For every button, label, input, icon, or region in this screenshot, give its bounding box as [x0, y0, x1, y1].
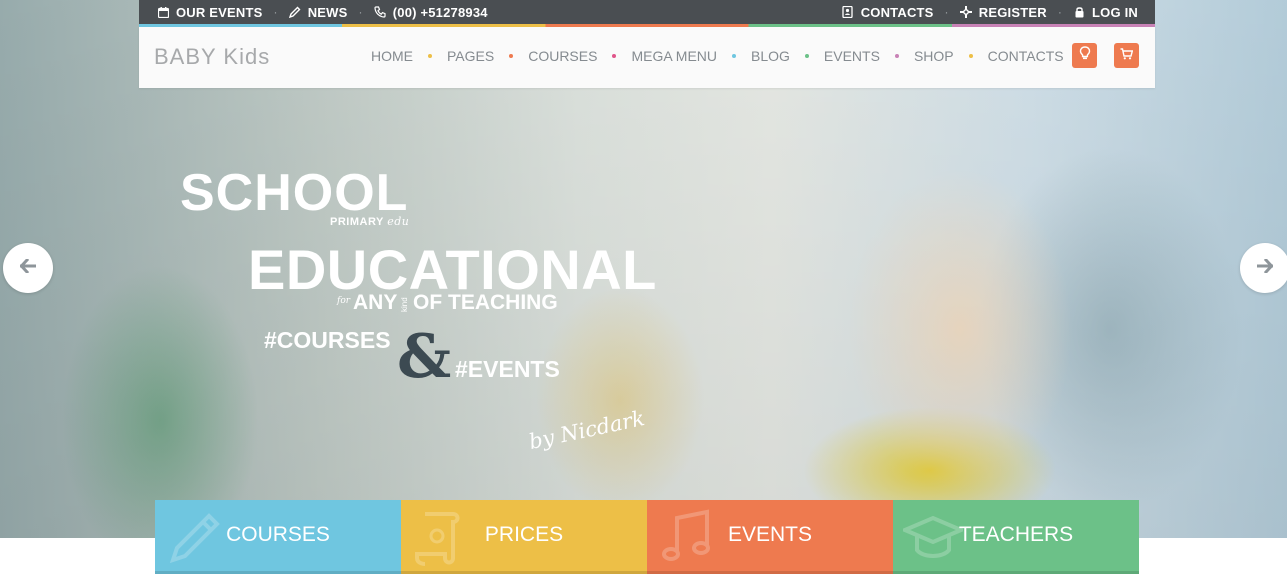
separator-dot: ·: [944, 5, 949, 19]
nav-item-pages[interactable]: PAGES: [447, 48, 494, 64]
topbar-contacts-link[interactable]: CONTACTS: [842, 5, 934, 20]
tile-prices[interactable]: PRICES: [401, 500, 647, 574]
separator-dot: ·: [273, 5, 278, 19]
menu-dot: [732, 54, 737, 58]
arrow-right-icon: [1256, 257, 1274, 278]
topbar-our-events-link[interactable]: OUR EVENTS: [157, 5, 263, 20]
hero-primary-word: PRIMARY: [330, 216, 384, 228]
tile-teachers-label: TEACHERS: [958, 523, 1074, 546]
menu-dot: [428, 54, 432, 58]
menu-dot: [894, 54, 899, 58]
tile-courses[interactable]: COURSES: [155, 500, 401, 574]
top-bar-right: CONTACTS · REGISTER · LOG IN: [842, 0, 1138, 24]
lightbulb-button[interactable]: [1072, 43, 1097, 68]
hero-for-word: for: [337, 296, 351, 306]
hero-title-school: SCHOOL: [180, 164, 409, 222]
topbar-news-label: NEWS: [307, 4, 348, 20]
separator-dot: ·: [358, 5, 363, 19]
hero-kind-word: kind: [400, 297, 409, 312]
tile-prices-label: PRICES: [484, 523, 564, 546]
nav-item-mega-menu[interactable]: MEGA MENU: [631, 48, 717, 64]
nav-item-blog[interactable]: BLOG: [751, 48, 790, 64]
topbar-phone-label: (00) +51278934: [392, 4, 488, 20]
nav-item-shop[interactable]: SHOP: [914, 48, 954, 64]
hero-subtitle-primary: PRIMARY edu: [330, 215, 409, 228]
topbar-login-link[interactable]: LOG IN: [1073, 5, 1138, 20]
topbar-register-link[interactable]: REGISTER: [959, 4, 1047, 20]
menu-dot: [968, 54, 973, 58]
topbar-phone-link[interactable]: (00) +51278934: [374, 5, 488, 20]
menu-dot: [612, 54, 617, 58]
top-bar: OUR EVENTS · NEWS · (00) +51278934 CONTA…: [139, 0, 1155, 24]
nav-item-contacts[interactable]: CONTACTS: [988, 48, 1064, 64]
slider-next-button[interactable]: [1240, 243, 1287, 293]
address-book-icon: [842, 6, 854, 18]
lightbulb-icon: [1079, 46, 1091, 65]
hero-events-tag: #EVENTS: [455, 356, 560, 382]
lock-icon: [1073, 6, 1085, 18]
topbar-news-link[interactable]: NEWS: [288, 4, 348, 20]
topbar-contacts-label: CONTACTS: [860, 4, 934, 20]
hero-courses-tag: #COURSES: [264, 327, 391, 353]
nav-item-events[interactable]: EVENTS: [824, 48, 880, 64]
tile-teachers[interactable]: TEACHERS: [893, 500, 1139, 574]
phone-icon: [374, 6, 386, 18]
music-note-icon: [657, 508, 717, 573]
graduation-cap-icon: [899, 508, 967, 573]
hero-edu-word: edu: [387, 215, 410, 228]
site-logo[interactable]: BABY Kids: [154, 44, 270, 70]
nav-item-home[interactable]: HOME: [371, 48, 413, 64]
pencil-icon: [165, 508, 225, 573]
calendar-icon: [157, 6, 169, 18]
tile-events[interactable]: EVENTS: [647, 500, 893, 574]
slider-prev-button[interactable]: [3, 243, 53, 293]
pencil-icon: [288, 6, 301, 18]
cart-button[interactable]: [1114, 43, 1139, 68]
feature-tiles: COURSES PRICES EVENTS TEACHERS: [155, 500, 1139, 574]
menu-dot: [804, 54, 809, 58]
menu-dot: [509, 54, 514, 58]
top-bar-left: OUR EVENTS · NEWS · (00) +51278934: [157, 0, 488, 24]
plus-cross-icon: [959, 6, 972, 18]
main-navbar: BABY Kids HOME PAGES COURSES MEGA MENU B…: [139, 27, 1155, 88]
hero-ampersand: &: [397, 322, 452, 392]
scroll-icon: [411, 508, 471, 573]
nav-item-courses[interactable]: COURSES: [528, 48, 597, 64]
separator-dot: ·: [1057, 5, 1063, 19]
main-menu: HOME PAGES COURSES MEGA MENU BLOG EVENTS…: [371, 27, 1064, 85]
cart-icon: [1120, 47, 1134, 65]
tile-courses-label: COURSES: [226, 523, 330, 546]
topbar-register-label: REGISTER: [978, 4, 1047, 20]
hero-any-word: ANY: [353, 291, 398, 314]
topbar-our-events-label: OUR EVENTS: [176, 4, 263, 20]
hero-of-teaching: OF TEACHING: [413, 291, 558, 314]
tile-events-label: EVENTS: [727, 523, 813, 546]
arrow-left-icon: [19, 257, 37, 278]
topbar-login-label: LOG IN: [1092, 4, 1138, 20]
